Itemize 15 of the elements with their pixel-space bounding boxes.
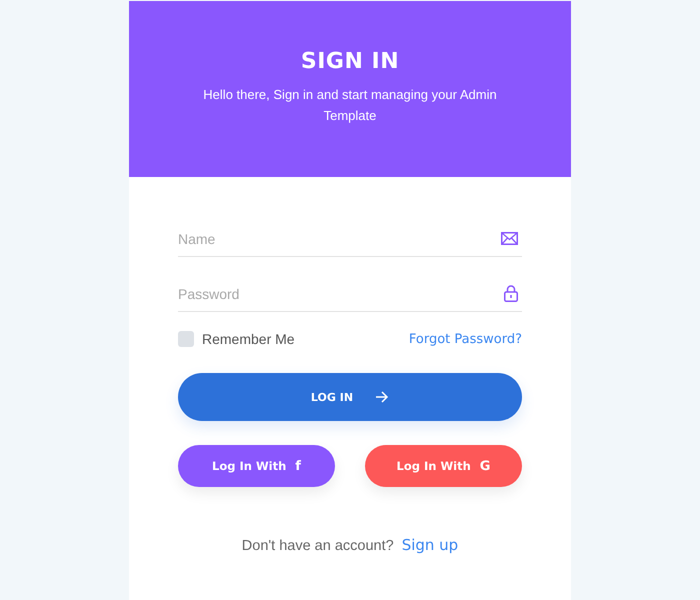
lock-icon <box>504 285 518 302</box>
signup-link[interactable]: Sign up <box>402 536 458 554</box>
title: SIGN IN <box>300 49 400 74</box>
subtitle: Hello there, Sign in and start managing your Admin Template <box>202 86 498 125</box>
checkbox[interactable] <box>178 331 194 347</box>
forgot-password-link[interactable]: Forgot Password? <box>408 332 522 346</box>
social-login-button[interactable]: Log In With G <box>365 445 522 487</box>
login-button[interactable]: LOG IN <box>178 373 522 421</box>
arrow-right-icon <box>375 391 390 403</box>
checkbox-label: Remember Me <box>202 331 295 347</box>
input-field[interactable]: Password <box>178 286 504 302</box>
social-login-button[interactable]: Log In With f <box>178 445 335 487</box>
signup-prompt: Don't have an account? <box>242 538 394 554</box>
input-field[interactable]: Name <box>178 230 501 246</box>
envelope-icon <box>501 232 518 245</box>
